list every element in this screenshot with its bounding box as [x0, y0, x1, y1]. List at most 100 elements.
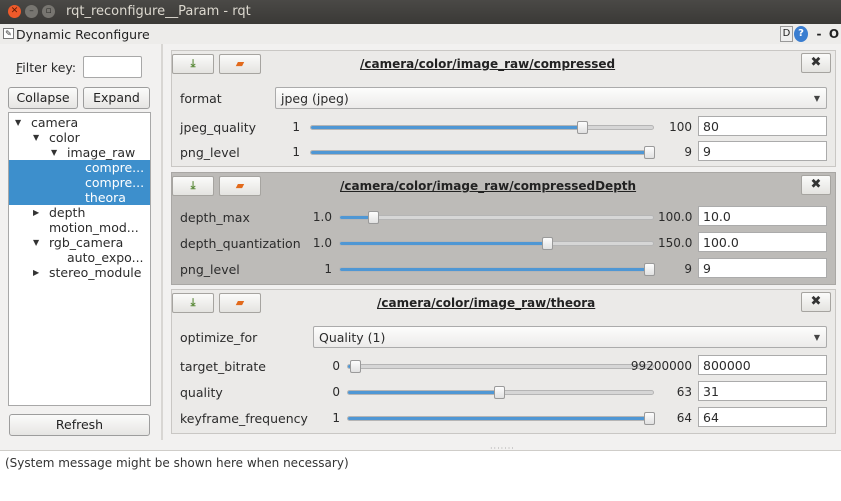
close-panel-button[interactable]: ✖: [801, 175, 831, 195]
download-icon: ⤓: [190, 179, 196, 192]
param-enum-dropdown[interactable]: jpeg (jpeg) ▼: [275, 87, 827, 109]
download-icon: ⤓: [190, 296, 196, 309]
pane-splitter[interactable]: [161, 44, 163, 440]
expanded-arrow-icon[interactable]: ▼: [51, 145, 57, 160]
tree-node[interactable]: compre...: [9, 160, 150, 175]
param-row: optimize_for Quality (1) ▼: [172, 326, 835, 348]
slider-fill: [348, 391, 499, 394]
param-row: quality 0 63 31: [172, 381, 835, 403]
slider-min-label: 1: [324, 262, 332, 276]
param-name: quality: [180, 385, 223, 400]
tree-node[interactable]: ▼ camera: [9, 115, 150, 130]
close-icon: ✖: [810, 294, 822, 309]
node-tree[interactable]: ▼ camera ▼ color ▼ image_raw compre... compre..…: [8, 112, 151, 406]
resize-grip[interactable]: ·······: [490, 444, 530, 453]
chevron-down-icon: ▼: [813, 94, 820, 103]
slider-fill: [340, 242, 547, 245]
param-name: depth_max: [180, 210, 250, 225]
tree-node[interactable]: motion_mod...: [9, 220, 150, 235]
slider-max-label: 9: [684, 145, 692, 159]
load-button[interactable]: ⤓: [172, 54, 214, 74]
tree-node[interactable]: ▶ depth: [9, 205, 150, 220]
save-button[interactable]: ▰: [219, 293, 261, 313]
tree-node[interactable]: ▼ rgb_camera: [9, 235, 150, 250]
param-value-input[interactable]: 80: [698, 116, 827, 136]
param-slider[interactable]: [339, 211, 654, 224]
tree-node[interactable]: ▶ stereo_module: [9, 265, 150, 280]
param-value-input[interactable]: 64: [698, 407, 827, 427]
plugin-d-button[interactable]: D: [780, 26, 793, 42]
slider-max-label: 100: [669, 120, 692, 134]
expanded-arrow-icon[interactable]: ▼: [33, 235, 39, 250]
param-value-input[interactable]: 31: [698, 381, 827, 401]
expanded-arrow-icon[interactable]: ▼: [15, 115, 21, 130]
tree-node-label: depth: [49, 205, 86, 220]
folder-icon: ▰: [235, 57, 245, 70]
param-enum-dropdown[interactable]: Quality (1) ▼: [313, 326, 827, 348]
param-slider[interactable]: [347, 386, 654, 399]
refresh-button[interactable]: Refresh: [9, 414, 150, 436]
tree-node[interactable]: ▼ color: [9, 130, 150, 145]
param-slider[interactable]: [347, 360, 654, 373]
param-slider[interactable]: [310, 146, 655, 159]
expand-all-button[interactable]: Expand all: [83, 87, 150, 125]
collapse-all-button[interactable]: Collapse all: [8, 87, 78, 125]
window-maximize-button[interactable]: ▫: [42, 5, 55, 18]
slider-handle[interactable]: [644, 146, 655, 159]
save-button[interactable]: ▰: [219, 176, 261, 196]
param-value-input[interactable]: 100.0: [698, 232, 827, 252]
plugin-minimize-button[interactable]: -: [814, 26, 824, 42]
slider-min-label: 1.0: [312, 210, 332, 224]
param-slider[interactable]: [310, 121, 654, 134]
slider-min-label: 1: [292, 145, 300, 159]
load-button[interactable]: ⤓: [172, 293, 214, 313]
filter-key-input[interactable]: [83, 56, 142, 78]
param-value-input[interactable]: 800000: [698, 355, 827, 375]
close-panel-button[interactable]: ✖: [801, 292, 831, 312]
status-message: (System message might be shown here when…: [5, 456, 349, 470]
close-panel-button[interactable]: ✖: [801, 53, 831, 73]
collapsed-arrow-icon[interactable]: ▶: [33, 265, 39, 280]
load-button[interactable]: ⤓: [172, 176, 214, 196]
tree-node-label: compre...: [85, 175, 145, 190]
param-slider[interactable]: [347, 412, 655, 425]
dropdown-value: Quality (1): [319, 330, 386, 345]
slider-fill: [340, 268, 649, 271]
tree-node[interactable]: auto_expo...: [9, 250, 150, 265]
collapsed-arrow-icon[interactable]: ▶: [33, 205, 39, 220]
param-value-input[interactable]: 9: [698, 141, 827, 161]
param-value-input[interactable]: 10.0: [698, 206, 827, 226]
status-area: (System message might be shown here when…: [0, 450, 841, 501]
param-slider[interactable]: [339, 263, 655, 276]
tree-node[interactable]: theora: [9, 190, 150, 205]
param-value-input[interactable]: 9: [698, 258, 827, 278]
save-button[interactable]: ▰: [219, 54, 261, 74]
help-icon[interactable]: ?: [794, 26, 808, 42]
param-group-panel: ⤓ ▰ /camera/color/image_raw/compressed ✖ for…: [171, 50, 836, 167]
param-name: jpeg_quality: [180, 120, 257, 135]
param-slider[interactable]: [339, 237, 654, 250]
plugin-options-button[interactable]: O: [828, 26, 840, 42]
window-close-button[interactable]: ✕: [8, 5, 21, 18]
slider-fill: [311, 151, 649, 154]
slider-max-label: 64: [676, 411, 692, 425]
tree-node-label: compre...: [85, 160, 145, 175]
slider-handle[interactable]: [542, 237, 553, 250]
tree-node-label: stereo_module: [49, 265, 142, 280]
slider-handle[interactable]: [350, 360, 361, 373]
slider-handle[interactable]: [577, 121, 588, 134]
window-minimize-button[interactable]: –: [25, 5, 38, 18]
chevron-down-icon: ▼: [813, 333, 820, 342]
param-row: format jpeg (jpeg) ▼: [172, 87, 835, 109]
slider-handle[interactable]: [368, 211, 379, 224]
expanded-arrow-icon[interactable]: ▼: [33, 130, 39, 145]
tree-node[interactable]: compre...: [9, 175, 150, 190]
folder-icon: ▰: [235, 296, 245, 309]
slider-handle[interactable]: [644, 263, 655, 276]
tree-node[interactable]: ▼ image_raw: [9, 145, 150, 160]
tree-node-label: color: [49, 130, 80, 145]
tree-node-label: motion_mod...: [49, 220, 139, 235]
plugin-header: ✎ Dynamic Reconfigure D ? - O: [0, 24, 841, 44]
plugin-icon: ✎: [3, 28, 14, 39]
slider-handle[interactable]: [494, 386, 505, 399]
